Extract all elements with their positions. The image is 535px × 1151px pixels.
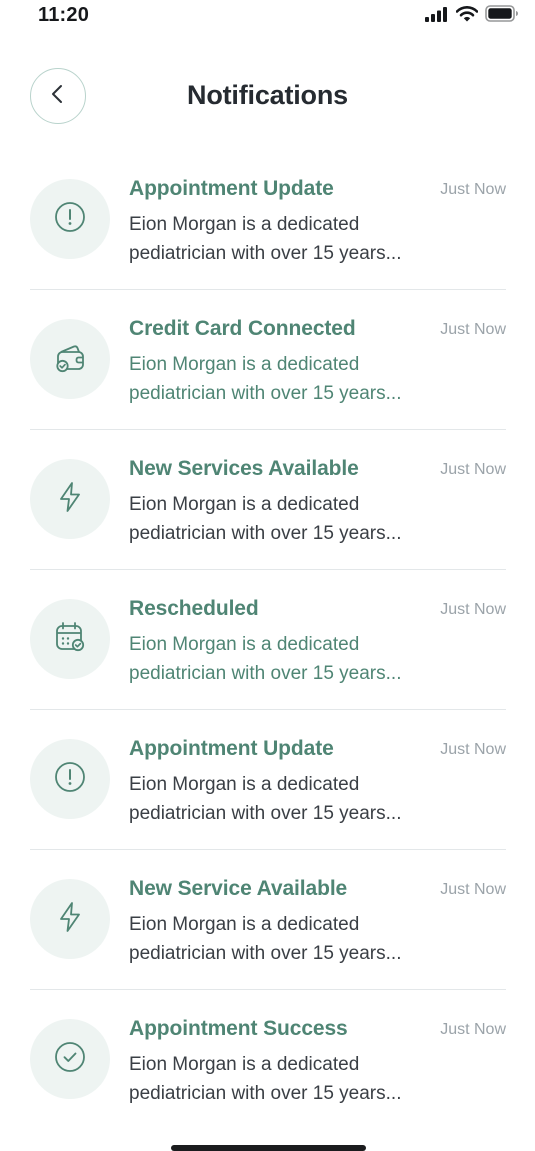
- page-title: Notifications: [187, 80, 348, 110]
- notification-body: Eion Morgan is a dedicated pediatrician …: [129, 914, 402, 964]
- notification-body: Eion Morgan is a dedicated pediatrician …: [129, 774, 402, 824]
- notification-title: Appointment Update: [129, 177, 334, 200]
- notification-icon-container: [30, 879, 110, 959]
- notification-icon-container: [30, 1019, 110, 1099]
- calendar-check-icon: [52, 619, 88, 660]
- notification-body: Eion Morgan is a dedicated pediatrician …: [129, 354, 402, 404]
- lightning-icon: [53, 900, 87, 939]
- notification-time: Just Now: [440, 881, 506, 898]
- notification-item[interactable]: Rescheduled Just Now Eion Morgan is a de…: [30, 570, 506, 710]
- notification-title: New Service Available: [129, 877, 348, 900]
- notification-icon-container: [30, 739, 110, 819]
- notification-title: Appointment Success: [129, 1017, 348, 1040]
- notification-item[interactable]: Credit Card Connected Just Now Eion Morg…: [30, 290, 506, 430]
- notification-title: Credit Card Connected: [129, 317, 356, 340]
- notification-time: Just Now: [440, 461, 506, 478]
- notification-time: Just Now: [440, 1021, 506, 1038]
- notification-item[interactable]: Appointment Update Just Now Eion Morgan …: [30, 710, 506, 850]
- alert-circle-icon: [53, 760, 87, 799]
- status-time: 11:20: [38, 4, 90, 26]
- notification-body: Eion Morgan is a dedicated pediatrician …: [129, 1054, 402, 1104]
- status-bar: 11:20: [0, 0, 535, 32]
- status-icons: [425, 5, 519, 27]
- wifi-icon: [455, 5, 479, 27]
- notification-body: Eion Morgan is a dedicated pediatrician …: [129, 634, 402, 684]
- cellular-signal-icon: [425, 6, 449, 27]
- alert-circle-icon: [53, 200, 87, 239]
- notification-list: Appointment Update Just Now Eion Morgan …: [30, 150, 506, 1130]
- check-circle-icon: [53, 1040, 87, 1079]
- notification-item[interactable]: Appointment Update Just Now Eion Morgan …: [30, 150, 506, 290]
- notification-item[interactable]: New Service Available Just Now Eion Morg…: [30, 850, 506, 990]
- notification-title: New Services Available: [129, 457, 359, 480]
- notification-item[interactable]: New Services Available Just Now Eion Mor…: [30, 430, 506, 570]
- notification-body: Eion Morgan is a dedicated pediatrician …: [129, 494, 402, 544]
- lightning-icon: [53, 480, 87, 519]
- notification-title: Rescheduled: [129, 597, 259, 620]
- notification-item[interactable]: Appointment Success Just Now Eion Morgan…: [30, 990, 506, 1130]
- notification-body: Eion Morgan is a dedicated pediatrician …: [129, 214, 402, 264]
- notification-time: Just Now: [440, 321, 506, 338]
- notification-time: Just Now: [440, 601, 506, 618]
- notification-time: Just Now: [440, 181, 506, 198]
- battery-icon: [485, 5, 519, 27]
- notification-time: Just Now: [440, 741, 506, 758]
- notification-icon-container: [30, 599, 110, 679]
- notification-icon-container: [30, 179, 110, 259]
- notification-title: Appointment Update: [129, 737, 334, 760]
- notification-icon-container: [30, 319, 110, 399]
- notification-icon-container: [30, 459, 110, 539]
- header: Notifications: [0, 66, 535, 130]
- home-indicator[interactable]: [171, 1145, 366, 1151]
- wallet-check-icon: [52, 339, 88, 380]
